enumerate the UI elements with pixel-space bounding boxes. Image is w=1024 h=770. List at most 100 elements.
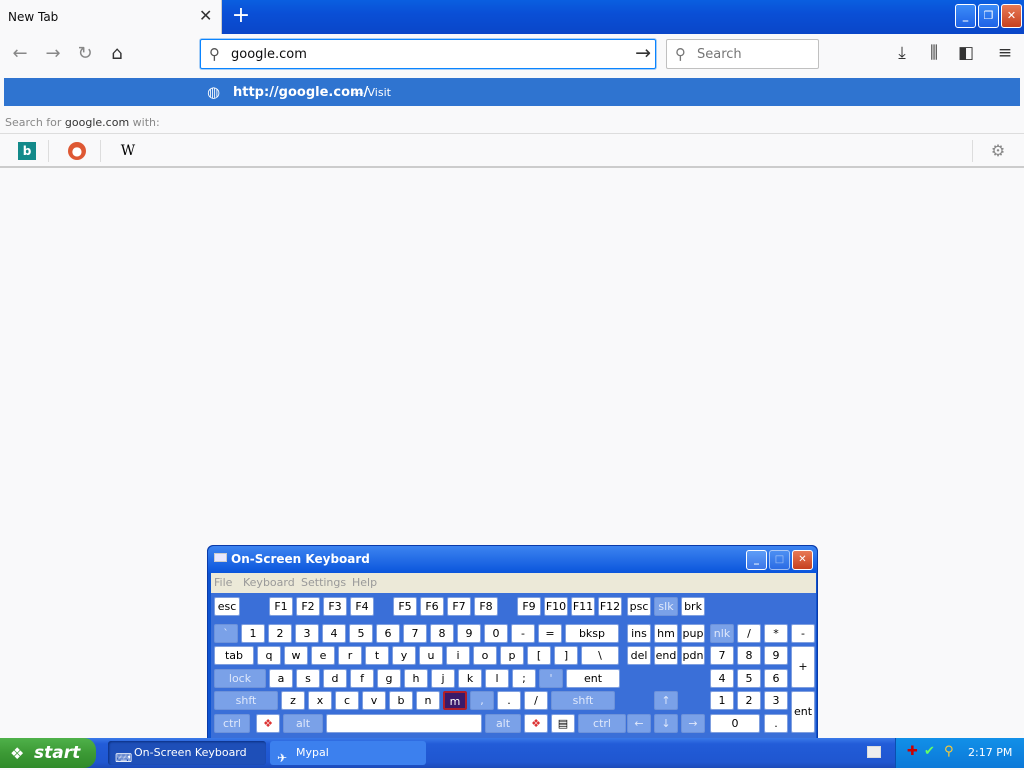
key-7[interactable]: 7 <box>710 646 734 665</box>
key-x42[interactable]: * <box>764 624 788 643</box>
key-p[interactable]: p <box>500 646 524 665</box>
windows-key-icon[interactable]: ❖ <box>524 714 548 733</box>
wikipedia-icon[interactable]: W <box>119 142 137 160</box>
key-x91[interactable]: [ <box>527 646 551 665</box>
key-x47[interactable]: / <box>737 624 761 643</box>
key-pdn[interactable]: pdn <box>681 646 705 665</box>
key-bksp[interactable]: bksp <box>565 624 619 643</box>
home-icon[interactable]: ⌂ <box>105 42 129 66</box>
osk-minimize-button[interactable]: _ <box>746 550 767 570</box>
key-x61[interactable]: = <box>538 624 562 643</box>
forward-icon[interactable]: → <box>41 42 65 66</box>
key-x96[interactable]: ` <box>214 624 238 643</box>
key-m[interactable]: m <box>443 691 467 710</box>
key-x8593[interactable]: ↑ <box>654 691 678 710</box>
sidebar-icon[interactable]: ◧ <box>953 40 979 66</box>
key-shft[interactable]: shft <box>551 691 615 710</box>
key-space[interactable] <box>326 714 482 733</box>
key-brk[interactable]: brk <box>681 597 705 616</box>
key-4[interactable]: 4 <box>710 669 734 688</box>
key-x39[interactable]: ' <box>539 669 563 688</box>
key-x44[interactable]: , <box>470 691 494 710</box>
key-shft[interactable]: shft <box>214 691 278 710</box>
key--[interactable]: - <box>791 624 815 643</box>
start-button[interactable]: ❖ start <box>0 738 96 768</box>
key-3[interactable]: 3 <box>764 691 788 710</box>
key-nlk[interactable]: nlk <box>710 624 734 643</box>
key-esc[interactable]: esc <box>214 597 240 616</box>
key-ctrl[interactable]: ctrl <box>214 714 250 733</box>
tab-new-tab[interactable]: New Tab ✕ <box>0 0 222 34</box>
key-x43[interactable]: + <box>791 646 815 688</box>
key-z[interactable]: z <box>281 691 305 710</box>
menu-key-icon[interactable]: ▤ <box>551 714 575 733</box>
key-ins[interactable]: ins <box>627 624 651 643</box>
osk-menu-settings[interactable]: Settings <box>301 576 346 589</box>
key-l[interactable]: l <box>485 669 509 688</box>
key-F1[interactable]: F1 <box>269 597 293 616</box>
key-ent[interactable]: ent <box>566 669 620 688</box>
reload-icon[interactable]: ↻ <box>73 42 97 66</box>
osk-titlebar[interactable]: On-Screen Keyboard _ □ ✕ <box>208 546 817 573</box>
key-0[interactable]: 0 <box>484 624 508 643</box>
key-j[interactable]: j <box>431 669 455 688</box>
key-8[interactable]: 8 <box>430 624 454 643</box>
key-F6[interactable]: F6 <box>420 597 444 616</box>
key-F2[interactable]: F2 <box>296 597 320 616</box>
key-F10[interactable]: F10 <box>544 597 568 616</box>
download-icon[interactable]: ⤓ <box>889 40 915 66</box>
key-x[interactable]: x <box>308 691 332 710</box>
osk-close-button[interactable]: ✕ <box>792 550 813 570</box>
key-ctrl[interactable]: ctrl <box>578 714 626 733</box>
key-i[interactable]: i <box>446 646 470 665</box>
key-d[interactable]: d <box>323 669 347 688</box>
key-b[interactable]: b <box>389 691 413 710</box>
key-h[interactable]: h <box>404 669 428 688</box>
key-x8595[interactable]: ↓ <box>654 714 678 733</box>
key-F9[interactable]: F9 <box>517 597 541 616</box>
key-2[interactable]: 2 <box>737 691 761 710</box>
key-7[interactable]: 7 <box>403 624 427 643</box>
key-r[interactable]: r <box>338 646 362 665</box>
key-0[interactable]: 0 <box>710 714 760 733</box>
key-4[interactable]: 4 <box>322 624 346 643</box>
windows-key-icon[interactable]: ❖ <box>256 714 280 733</box>
gear-icon[interactable]: ⚙ <box>989 142 1007 160</box>
key-a[interactable]: a <box>269 669 293 688</box>
osk-menu-help[interactable]: Help <box>352 576 377 589</box>
key--[interactable]: - <box>511 624 535 643</box>
key-del[interactable]: del <box>627 646 651 665</box>
search-bar[interactable]: ⚲ <box>666 39 819 69</box>
minimize-button[interactable]: _ <box>955 4 976 28</box>
check-tray-icon[interactable]: ✔ <box>924 744 935 759</box>
plus-tray-icon[interactable]: ✚ <box>907 744 918 759</box>
key-x8592[interactable]: ← <box>627 714 651 733</box>
key-x46[interactable]: . <box>497 691 521 710</box>
key-F4[interactable]: F4 <box>350 597 374 616</box>
key-u[interactable]: u <box>419 646 443 665</box>
osk-menu-file[interactable]: File <box>214 576 232 589</box>
url-bar[interactable]: ⚲ → <box>200 39 656 69</box>
key-n[interactable]: n <box>416 691 440 710</box>
url-input[interactable] <box>231 44 621 64</box>
search-tray-icon[interactable]: ⚲ <box>944 744 954 759</box>
key-3[interactable]: 3 <box>295 624 319 643</box>
key-F8[interactable]: F8 <box>474 597 498 616</box>
key-c[interactable]: c <box>335 691 359 710</box>
key-w[interactable]: w <box>284 646 308 665</box>
key-x47[interactable]: / <box>524 691 548 710</box>
key-x8594[interactable]: → <box>681 714 705 733</box>
key-s[interactable]: s <box>296 669 320 688</box>
key-tab[interactable]: tab <box>214 646 254 665</box>
key-F3[interactable]: F3 <box>323 597 347 616</box>
go-arrow-icon[interactable]: → <box>635 42 651 64</box>
key-pup[interactable]: pup <box>681 624 705 643</box>
restore-button[interactable]: ❐ <box>978 4 999 28</box>
key-F12[interactable]: F12 <box>598 597 622 616</box>
key-t[interactable]: t <box>365 646 389 665</box>
new-tab-button[interactable]: + <box>230 4 252 28</box>
key-q[interactable]: q <box>257 646 281 665</box>
key-x93[interactable]: ] <box>554 646 578 665</box>
key-6[interactable]: 6 <box>376 624 400 643</box>
key-o[interactable]: o <box>473 646 497 665</box>
